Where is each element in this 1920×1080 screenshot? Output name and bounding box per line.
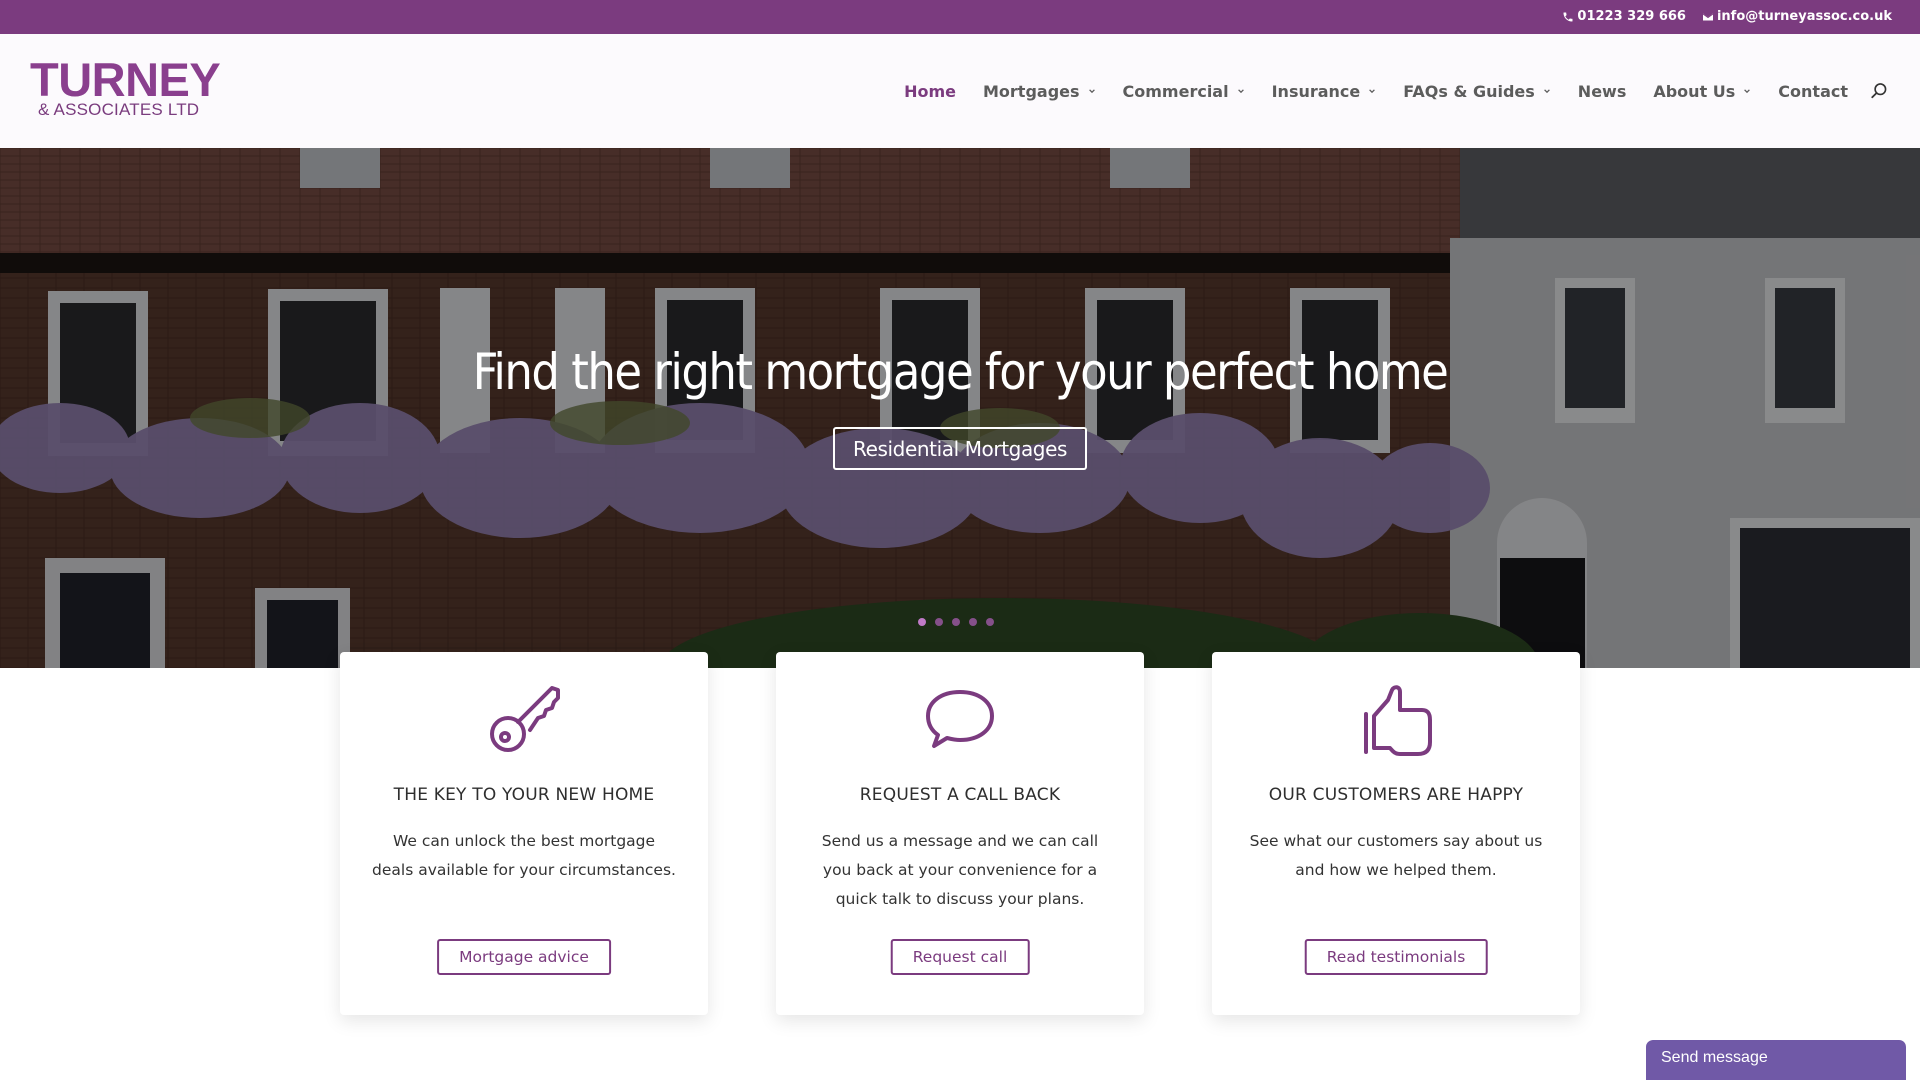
nav-faqs-guides[interactable]: FAQs & Guides xyxy=(1403,82,1551,101)
chevron-down-icon xyxy=(1744,89,1751,94)
logo-tagline: & ASSOCIATES LTD xyxy=(38,100,200,119)
search-icon[interactable] xyxy=(1870,82,1888,100)
nav-about-us[interactable]: About Us xyxy=(1653,82,1751,101)
top-contact: 01223 329 666 info@turneyassoc.co.uk xyxy=(1562,9,1892,24)
card-title: REQUEST A CALL BACK xyxy=(859,785,1061,805)
card-text: We can unlock the best mortgage deals av… xyxy=(372,832,676,879)
nav-insurance[interactable]: Insurance xyxy=(1272,82,1377,101)
card-text: Send us a message and we can call you ba… xyxy=(821,832,1099,908)
nav-label: News xyxy=(1577,81,1627,101)
slider-dot[interactable] xyxy=(986,618,994,626)
slider-dot[interactable] xyxy=(952,618,960,626)
nav-label: Mortgages xyxy=(982,81,1080,101)
nav-mortgages[interactable]: Mortgages xyxy=(983,82,1096,101)
slider-dot[interactable] xyxy=(918,618,926,626)
thumbs-up-icon xyxy=(1356,680,1436,760)
nav-commercial[interactable]: Commercial xyxy=(1123,82,1245,101)
nav-label: About Us xyxy=(1653,81,1736,101)
site-header: TURNEY & ASSOCIATES LTD Home Mortgages C… xyxy=(0,34,1920,148)
nav-home[interactable]: Home xyxy=(904,82,956,101)
nav-label: Home xyxy=(904,81,956,101)
logo-name: TURNEY xyxy=(30,53,221,106)
phone-link[interactable]: 01223 329 666 xyxy=(1562,9,1686,24)
phone-icon xyxy=(1563,12,1573,21)
email-address: info@turneyassoc.co.uk xyxy=(1716,9,1892,24)
nav-label: FAQs & Guides xyxy=(1403,81,1535,101)
card-title: OUR CUSTOMERS ARE HAPPY xyxy=(1268,785,1524,805)
residential-mortgages-button[interactable]: Residential Mortgages xyxy=(833,427,1087,470)
feature-card-key: THE KEY TO YOUR NEW HOME We can unlock t… xyxy=(340,652,708,1015)
chevron-down-icon xyxy=(1543,89,1550,94)
mortgage-advice-button[interactable]: Mortgage advice xyxy=(437,939,611,975)
nav-label: Contact xyxy=(1778,81,1848,101)
envelope-icon xyxy=(1702,13,1714,20)
nav-label: Commercial xyxy=(1122,81,1229,101)
chevron-down-icon xyxy=(1088,89,1095,94)
nav-news[interactable]: News xyxy=(1578,82,1627,101)
slider-dot[interactable] xyxy=(969,618,977,626)
main-nav: Home Mortgages Commercial Insurance FAQs… xyxy=(877,34,1920,148)
top-bar: 01223 329 666 info@turneyassoc.co.uk xyxy=(0,0,1920,34)
feature-card-testimonials: OUR CUSTOMERS ARE HAPPY See what our cus… xyxy=(1212,652,1580,1015)
logo[interactable]: TURNEY & ASSOCIATES LTD xyxy=(30,53,221,120)
email-link[interactable]: info@turneyassoc.co.uk xyxy=(1702,9,1892,24)
hero-title: Find the right mortgage for your perfect… xyxy=(472,343,1449,401)
card-title: THE KEY TO YOUR NEW HOME xyxy=(393,785,655,805)
phone-number: 01223 329 666 xyxy=(1577,9,1686,24)
chevron-down-icon xyxy=(1237,89,1244,94)
nav-contact[interactable]: Contact xyxy=(1778,82,1848,101)
slider-pagination xyxy=(918,618,994,626)
read-testimonials-button[interactable]: Read testimonials xyxy=(1304,939,1488,975)
nav-label: Insurance xyxy=(1271,81,1361,101)
key-icon xyxy=(484,680,564,760)
hero-slider: Find the right mortgage for your perfect… xyxy=(0,148,1920,668)
hero-overlay xyxy=(0,148,1920,668)
slider-dot[interactable] xyxy=(935,618,943,626)
feature-card-callback: REQUEST A CALL BACK Send us a message an… xyxy=(776,652,1144,1015)
chevron-down-icon xyxy=(1369,89,1376,94)
speech-bubble-icon xyxy=(920,680,1000,760)
send-message-widget[interactable]: Send message xyxy=(1646,1040,1906,1080)
request-call-button[interactable]: Request call xyxy=(890,939,1030,975)
card-text: See what our customers say about us and … xyxy=(1249,832,1543,879)
